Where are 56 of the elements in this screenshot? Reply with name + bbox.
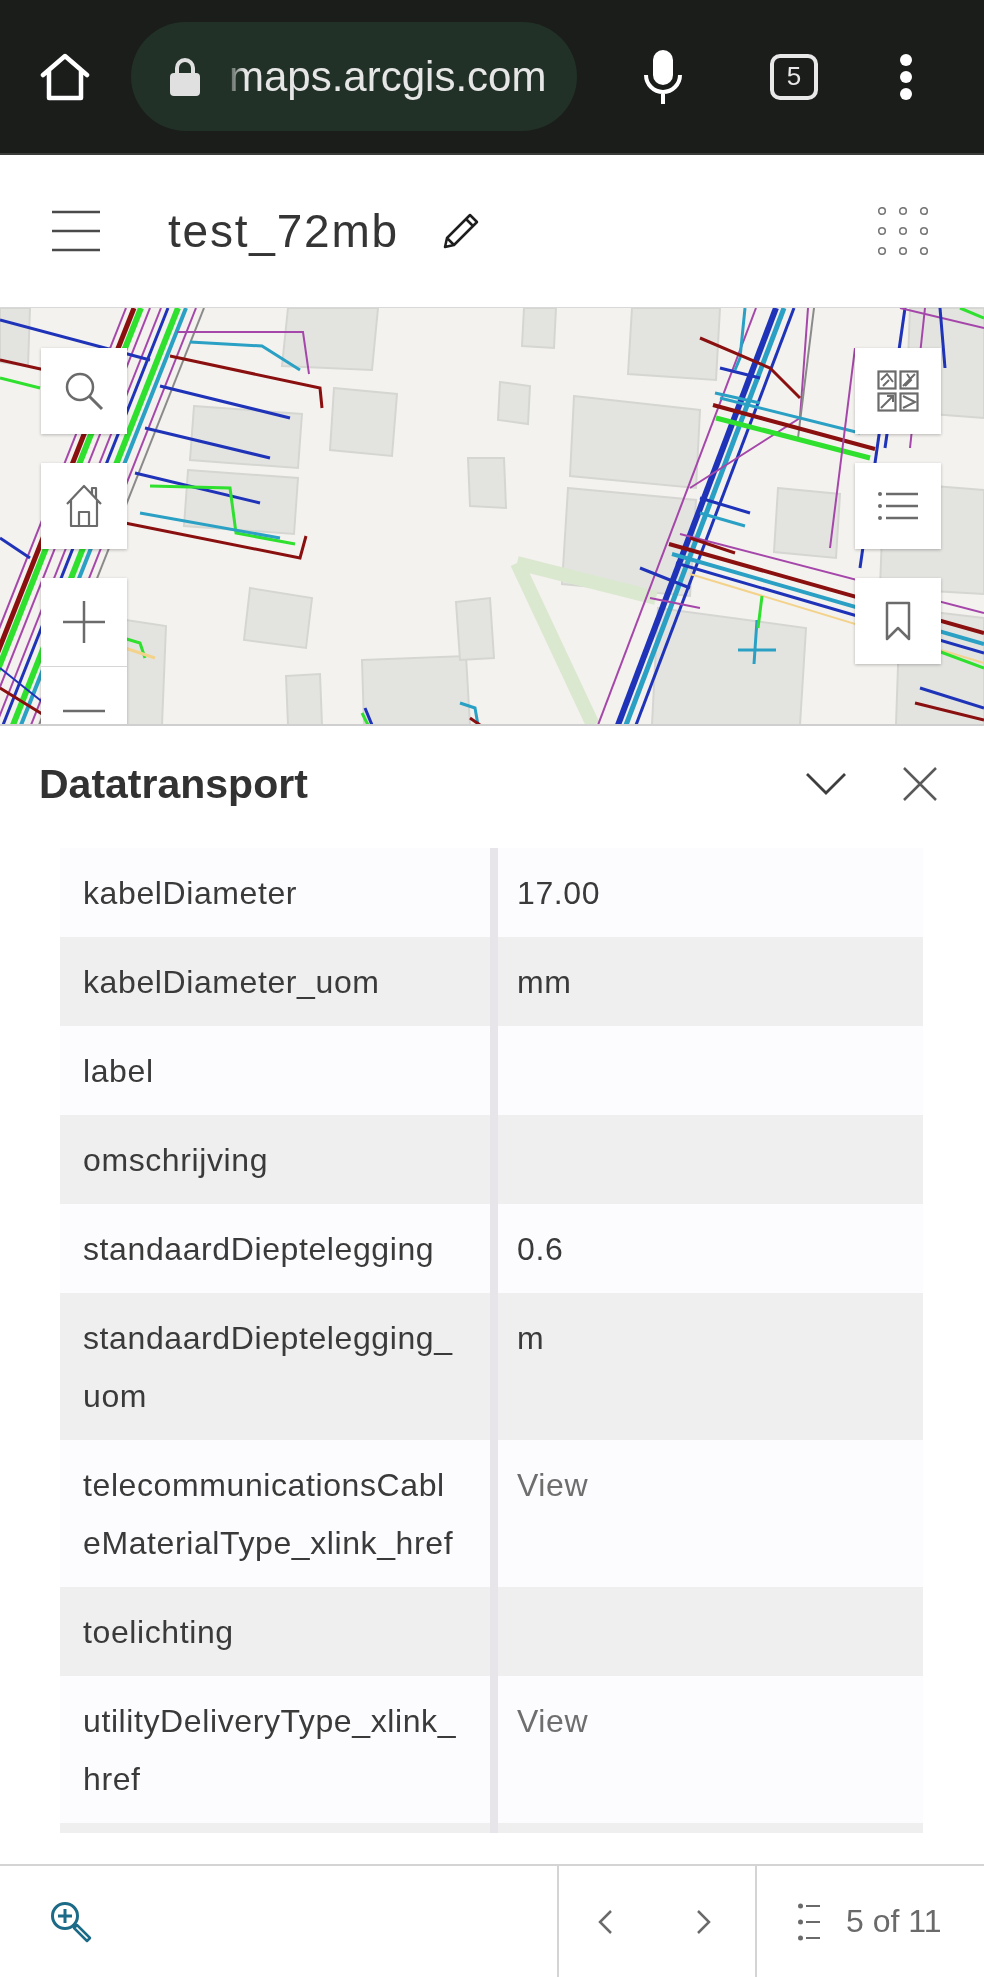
microphone-button[interactable] xyxy=(643,49,683,104)
search-button[interactable] xyxy=(41,348,127,434)
plus-icon xyxy=(63,601,105,643)
bookmark-icon xyxy=(885,601,911,641)
home-button[interactable] xyxy=(40,52,90,101)
minus-icon xyxy=(63,708,105,713)
value-link[interactable]: View xyxy=(517,1466,589,1503)
list-icon xyxy=(798,1902,820,1941)
field-name: kabelDiameter xyxy=(83,874,298,911)
previous-button[interactable] xyxy=(597,1908,613,1935)
feature-list-button[interactable]: 5 of 11 xyxy=(798,1902,942,1941)
grid-dots-icon xyxy=(878,207,928,255)
apps-button[interactable] xyxy=(878,207,928,255)
lock-icon xyxy=(170,57,200,96)
field-value: m xyxy=(517,1319,545,1356)
app-title: test_72mb xyxy=(168,204,399,258)
zoom-in-button[interactable] xyxy=(41,578,127,666)
basemap-button[interactable] xyxy=(855,348,941,434)
chevron-right-icon xyxy=(696,1908,712,1935)
popup-title: Datatransport xyxy=(39,760,308,808)
field-value: mm xyxy=(517,963,572,1000)
close-button[interactable] xyxy=(903,767,937,801)
field-name: omschrijving xyxy=(83,1141,269,1178)
field-name: telecommunicationsCableMaterialType_xlink_href xyxy=(83,1466,454,1561)
field-name: toelichting xyxy=(83,1613,234,1650)
pencil-icon xyxy=(441,211,481,251)
close-icon xyxy=(903,767,937,801)
field-name: utilityDeliveryType_xlink_href xyxy=(83,1702,457,1797)
bookmark-button[interactable] xyxy=(855,578,941,664)
menu-icon xyxy=(52,210,100,252)
more-vertical-icon xyxy=(900,53,912,100)
field-name: kabelDiameter_uom xyxy=(83,963,380,1000)
field-value: 0.6 xyxy=(517,1230,564,1267)
edit-button[interactable] xyxy=(441,211,481,251)
field-name: standaardDieptelegging xyxy=(83,1230,435,1267)
value-link[interactable]: View xyxy=(517,1702,589,1739)
menu-button[interactable] xyxy=(52,210,100,252)
zoom-in-icon xyxy=(50,1900,92,1943)
home-icon xyxy=(65,484,103,528)
chevron-down-icon xyxy=(805,772,847,796)
next-button[interactable] xyxy=(696,1908,712,1935)
chevron-left-icon xyxy=(597,1908,613,1935)
more-button[interactable] xyxy=(900,53,912,100)
list-button[interactable] xyxy=(855,463,941,549)
tiles-icon xyxy=(877,370,919,412)
microphone-icon xyxy=(643,49,683,104)
tab-switcher-button[interactable]: 5 xyxy=(770,53,818,100)
home-icon xyxy=(40,52,90,101)
address-bar[interactable]: maps.arcgis.com xyxy=(131,22,577,131)
zoom-to-button[interactable] xyxy=(50,1900,92,1943)
search-icon xyxy=(64,371,104,411)
field-name: standaardDieptelegging_uom xyxy=(83,1319,453,1414)
collapse-button[interactable] xyxy=(805,772,847,796)
field-value: 17.00 xyxy=(517,874,601,911)
field-name: label xyxy=(83,1052,154,1089)
list-icon xyxy=(878,492,918,520)
